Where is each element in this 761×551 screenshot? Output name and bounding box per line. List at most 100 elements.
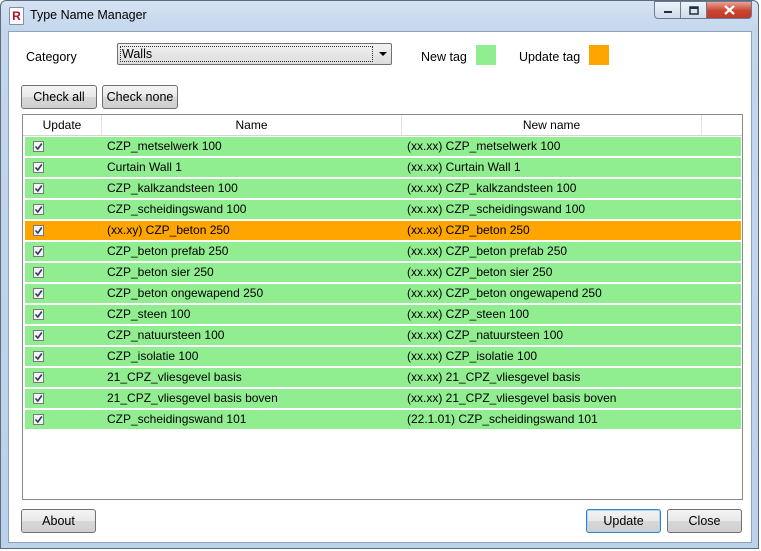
table-row[interactable]: CZP_natuursteen 100 (xx.xx) CZP_natuurste… [25, 326, 741, 345]
caption-buttons [654, 1, 752, 19]
update-tag-swatch [589, 45, 609, 65]
new-name-cell: (xx.xx) CZP_beton 250 [407, 223, 530, 237]
checkmark-icon [34, 206, 43, 214]
new-name-cell: (xx.xx) CZP_kalkzandsteen 100 [407, 181, 577, 195]
new-name-cell: (xx.xx) CZP_natuursteen 100 [407, 328, 564, 342]
table-row[interactable]: CZP_beton ongewapend 250 (xx.xx) CZP_beto… [25, 284, 741, 303]
update-checkbox[interactable] [33, 267, 44, 278]
type-name-cell: CZP_isolatie 100 [107, 349, 199, 363]
close-window-button[interactable] [707, 1, 752, 19]
close-button[interactable]: Close [667, 509, 742, 533]
update-tag-label: Update tag [519, 50, 581, 64]
minimize-icon [663, 11, 672, 13]
title-bar[interactable]: R Type Name Manager [1, 1, 758, 31]
minimize-button[interactable] [654, 1, 681, 19]
checkmark-icon [34, 353, 43, 361]
update-checkbox[interactable] [33, 351, 44, 362]
checkmark-icon [34, 416, 43, 424]
checkmark-icon [34, 290, 43, 298]
about-button[interactable]: About [21, 509, 96, 533]
update-checkbox[interactable] [33, 309, 44, 320]
new-name-cell: (xx.xx) CZP_isolatie 100 [407, 349, 538, 363]
table-row[interactable]: CZP_scheidingswand 101 (22.1.01) CZP_sche… [25, 410, 741, 429]
checkmark-icon [34, 374, 43, 382]
type-name-cell: CZP_kalkzandsteen 100 [107, 181, 238, 195]
type-name-manager-window: R Type Name Manager Category Walls New t… [0, 0, 759, 549]
category-dropdown-value: Walls [120, 46, 373, 62]
new-name-cell: (xx.xx) CZP_beton prefab 250 [407, 244, 568, 258]
update-checkbox[interactable] [33, 372, 44, 383]
column-header-new-name[interactable]: New name [402, 115, 702, 135]
window-title: Type Name Manager [30, 8, 147, 22]
category-label: Category [26, 50, 77, 64]
type-name-cell: Curtain Wall 1 [107, 160, 182, 174]
checkmark-icon [34, 164, 43, 172]
column-header-name[interactable]: Name [102, 115, 402, 135]
update-checkbox[interactable] [33, 414, 44, 425]
checkmark-icon [34, 395, 43, 403]
type-names-grid[interactable]: Update Name New name CZP_metselwerk 100 (… [22, 114, 743, 500]
table-row[interactable]: 21_CPZ_vliesgevel basis (xx.xx) 21_CPZ_vl… [25, 368, 741, 387]
new-name-cell: (xx.xx) CZP_scheidingswand 100 [407, 202, 586, 216]
checkmark-icon [34, 143, 43, 151]
table-row[interactable]: (xx.xy) CZP_beton 250 (xx.xx) CZP_beton 2… [25, 221, 741, 240]
update-checkbox[interactable] [33, 204, 44, 215]
update-checkbox[interactable] [33, 246, 44, 257]
grid-rows: CZP_metselwerk 100 (xx.xx) CZP_metselwerk… [25, 137, 741, 431]
dialog-body: Category Walls New tag Update tag Check … [8, 31, 752, 543]
type-name-cell: CZP_metselwerk 100 [107, 139, 222, 153]
column-header-update[interactable]: Update [23, 115, 102, 135]
type-name-cell: CZP_beton prefab 250 [107, 244, 229, 258]
revit-r-icon: R [9, 7, 24, 25]
new-name-cell: (xx.xx) CZP_metselwerk 100 [407, 139, 561, 153]
table-row[interactable]: CZP_metselwerk 100 (xx.xx) CZP_metselwerk… [25, 137, 741, 156]
new-name-cell: (xx.xx) Curtain Wall 1 [407, 160, 521, 174]
update-checkbox[interactable] [33, 393, 44, 404]
category-dropdown[interactable]: Walls [117, 43, 392, 65]
maximize-icon [688, 5, 699, 15]
maximize-button[interactable] [681, 1, 707, 19]
table-row[interactable]: CZP_kalkzandsteen 100 (xx.xx) CZP_kalkzan… [25, 179, 741, 198]
checkmark-icon [34, 227, 43, 235]
type-name-cell: CZP_beton ongewapend 250 [107, 286, 264, 300]
table-row[interactable]: CZP_scheidingswand 100 (xx.xx) CZP_scheid… [25, 200, 741, 219]
update-checkbox[interactable] [33, 225, 44, 236]
update-button[interactable]: Update [586, 509, 661, 533]
new-name-cell: (xx.xx) 21_CPZ_vliesgevel basis boven [407, 391, 617, 405]
new-name-cell: (xx.xx) 21_CPZ_vliesgevel basis [407, 370, 581, 384]
type-name-cell: CZP_beton sier 250 [107, 265, 214, 279]
type-name-cell: 21_CPZ_vliesgevel basis boven [107, 391, 278, 405]
update-checkbox[interactable] [33, 330, 44, 341]
table-row[interactable]: CZP_beton sier 250 (xx.xx) CZP_beton sier… [25, 263, 741, 282]
checkmark-icon [34, 332, 43, 340]
checkmark-icon [34, 248, 43, 256]
new-name-cell: (xx.xx) CZP_steen 100 [407, 307, 530, 321]
update-checkbox[interactable] [33, 141, 44, 152]
type-name-cell: 21_CPZ_vliesgevel basis [107, 370, 242, 384]
table-row[interactable]: CZP_steen 100 (xx.xx) CZP_steen 100 [25, 305, 741, 324]
checkmark-icon [34, 269, 43, 277]
type-name-cell: CZP_natuursteen 100 [107, 328, 225, 342]
type-name-cell: CZP_scheidingswand 100 [107, 202, 247, 216]
chevron-down-icon [379, 52, 387, 56]
type-name-cell: (xx.xy) CZP_beton 250 [107, 223, 230, 237]
checkmark-icon [34, 311, 43, 319]
check-all-button[interactable]: Check all [21, 85, 97, 109]
close-icon [723, 5, 735, 15]
type-name-cell: CZP_steen 100 [107, 307, 191, 321]
new-name-cell: (xx.xx) CZP_beton ongewapend 250 [407, 286, 602, 300]
table-row[interactable]: Curtain Wall 1 (xx.xx) Curtain Wall 1 [25, 158, 741, 177]
update-checkbox[interactable] [33, 162, 44, 173]
checkmark-icon [34, 185, 43, 193]
grid-header: Update Name New name [23, 115, 742, 136]
table-row[interactable]: CZP_isolatie 100 (xx.xx) CZP_isolatie 100 [25, 347, 741, 366]
type-name-cell: CZP_scheidingswand 101 [107, 412, 247, 426]
table-row[interactable]: 21_CPZ_vliesgevel basis boven (xx.xx) 21_… [25, 389, 741, 408]
update-checkbox[interactable] [33, 183, 44, 194]
check-none-button[interactable]: Check none [102, 85, 178, 109]
new-name-cell: (xx.xx) CZP_beton sier 250 [407, 265, 553, 279]
table-row[interactable]: CZP_beton prefab 250 (xx.xx) CZP_beton pr… [25, 242, 741, 261]
new-tag-label: New tag [421, 50, 467, 64]
update-checkbox[interactable] [33, 288, 44, 299]
new-name-cell: (22.1.01) CZP_scheidingswand 101 [407, 412, 598, 426]
